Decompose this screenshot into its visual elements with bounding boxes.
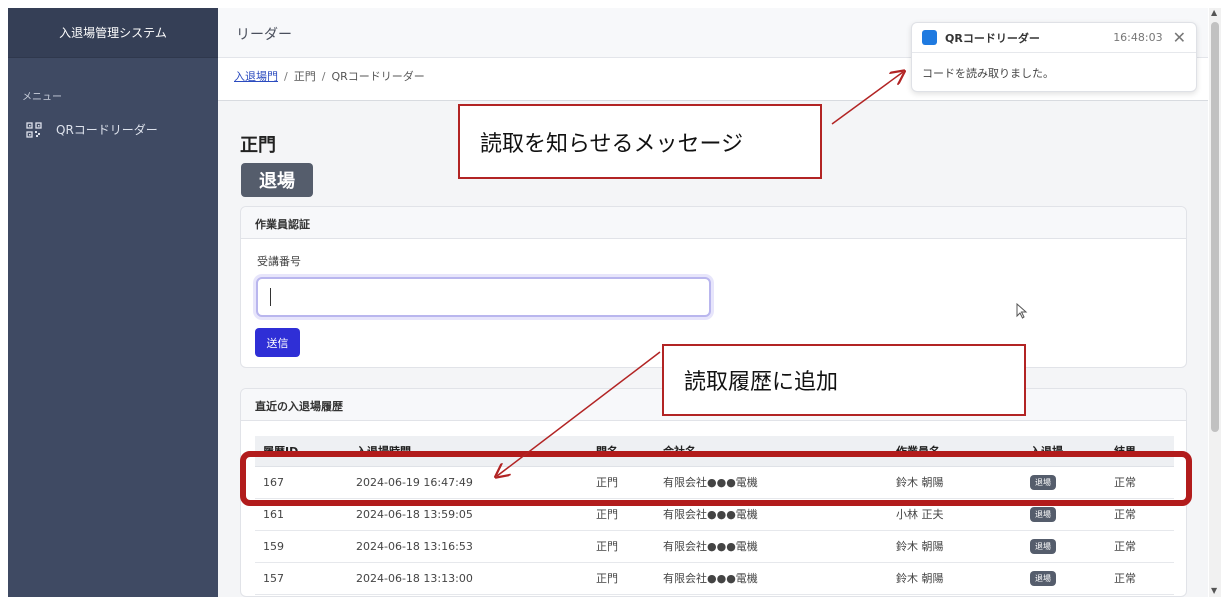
enrollment-number-label: 受講番号	[257, 255, 301, 268]
breadcrumb-separator: /	[284, 70, 288, 83]
page-scrollbar[interactable]: ▲ ▼	[1209, 8, 1221, 597]
mouse-cursor-icon	[1016, 303, 1028, 319]
cell-gate: 正門	[588, 530, 655, 563]
header-divider	[218, 100, 1208, 101]
direction-badge-small: 退場	[1030, 506, 1056, 522]
sidebar-item-label: QRコードリーダー	[56, 123, 158, 137]
cell-id: 157	[255, 562, 348, 595]
cell-result: 正常	[1106, 562, 1174, 595]
breadcrumb: 入退場門 / 正門 / QRコードリーダー	[234, 68, 425, 84]
toast-header: QRコードリーダー 16:48:03 ✕	[912, 23, 1196, 53]
direction-badge: 退場	[241, 163, 313, 197]
sidebar-section-label: メニュー	[22, 92, 62, 103]
message-callout: 読取を知らせるメッセージ	[458, 104, 822, 179]
direction-badge-small: 退場	[1030, 570, 1056, 586]
history-callout: 読取履歴に追加	[662, 344, 1026, 416]
toast-notification: QRコードリーダー 16:48:03 ✕ コードを読み取りました。	[911, 22, 1197, 92]
text-caret	[270, 288, 271, 306]
cell-result: 正常	[1106, 530, 1174, 563]
app-brand[interactable]: 入退場管理システム	[8, 8, 218, 58]
enrollment-number-input[interactable]	[256, 277, 711, 317]
cell-worker: 鈴木 朝陽	[888, 530, 1022, 563]
cell-company: 有限会社●●●電機	[655, 562, 888, 595]
cell-direction: 退場	[1022, 562, 1106, 595]
scroll-thumb[interactable]	[1211, 22, 1219, 432]
cell-id: 159	[255, 530, 348, 563]
breadcrumb-root-link[interactable]: 入退場門	[234, 70, 278, 83]
gate-title: 正門	[240, 135, 276, 156]
cell-time: 2024-06-18 13:16:53	[348, 530, 588, 563]
breadcrumb-current: QRコードリーダー	[331, 70, 425, 83]
qr-code-icon	[26, 121, 42, 138]
sidebar: 入退場管理システム メニュー QRコードリーダー	[8, 8, 218, 597]
toast-message: コードを読み取りました。	[922, 67, 1054, 80]
direction-badge-small: 退場	[1030, 538, 1056, 554]
app-square-icon	[922, 30, 937, 45]
table-row: 159 2024-06-18 13:16:53 正門 有限会社●●●電機 鈴木 …	[255, 530, 1174, 563]
auth-card-title: 作業員認証	[241, 207, 1186, 239]
breadcrumb-separator: /	[321, 70, 326, 83]
cell-gate: 正門	[588, 562, 655, 595]
cell-company: 有限会社●●●電機	[655, 530, 888, 563]
toast-time: 16:48:03	[1113, 31, 1163, 44]
submit-button[interactable]: 送信	[255, 328, 300, 357]
cell-time: 2024-06-18 13:13:00	[348, 562, 588, 595]
breadcrumb-gate: 正門	[293, 70, 316, 83]
cell-worker: 鈴木 朝陽	[888, 562, 1022, 595]
table-row: 157 2024-06-18 13:13:00 正門 有限会社●●●電機 鈴木 …	[255, 562, 1174, 595]
page-header-title: リーダー	[236, 27, 292, 43]
toast-title: QRコードリーダー	[945, 31, 1040, 45]
scroll-down-arrow-icon[interactable]: ▼	[1211, 586, 1217, 595]
scroll-up-arrow-icon[interactable]: ▲	[1211, 8, 1217, 17]
row-highlight-annotation	[240, 451, 1192, 506]
close-icon[interactable]: ✕	[1173, 28, 1186, 47]
sidebar-item-qr-reader[interactable]: QRコードリーダー	[8, 103, 218, 138]
cell-direction: 退場	[1022, 530, 1106, 563]
